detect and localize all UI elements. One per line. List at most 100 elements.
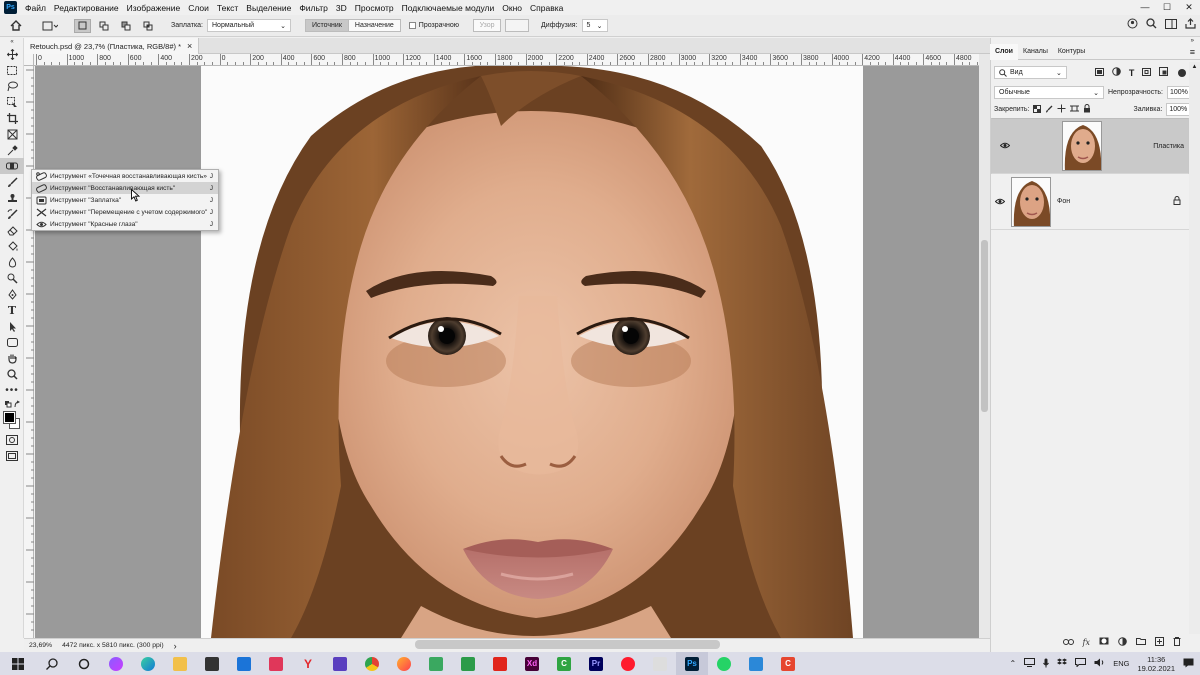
document-image[interactable]: [201, 66, 863, 638]
dodge-tool-icon[interactable]: [0, 270, 24, 286]
camtasia-rec-icon[interactable]: C: [772, 652, 804, 675]
crop-tool-icon[interactable]: [0, 110, 24, 126]
menu-3d[interactable]: 3D: [332, 3, 351, 13]
volume-icon[interactable]: [1094, 658, 1105, 669]
close-tab-icon[interactable]: ×: [187, 41, 192, 51]
flyout-item-patch[interactable]: Инструмент "Заплатка" J: [32, 194, 218, 206]
microphone-icon[interactable]: [1043, 658, 1050, 670]
store-icon[interactable]: [196, 652, 228, 675]
zoom-tool-icon[interactable]: [0, 366, 24, 382]
status-menu-icon[interactable]: ›: [174, 641, 177, 651]
source-button[interactable]: Источник: [305, 19, 349, 32]
link-layers-icon[interactable]: [1062, 638, 1074, 647]
path-selection-tool-icon[interactable]: [0, 318, 24, 334]
firefox-icon[interactable]: [388, 652, 420, 675]
destination-button[interactable]: Назначение: [347, 19, 401, 32]
menu-view[interactable]: Просмотр: [351, 3, 398, 13]
filter-toggle-icon[interactable]: [1178, 68, 1186, 77]
excel-like-icon[interactable]: [452, 652, 484, 675]
whatsapp-icon[interactable]: [708, 652, 740, 675]
color-swatches[interactable]: [0, 410, 24, 432]
minimize-button[interactable]: —: [1134, 0, 1156, 15]
photos-icon[interactable]: [420, 652, 452, 675]
eraser-tool-icon[interactable]: [0, 222, 24, 238]
layers-scrollbar[interactable]: ▲: [1189, 62, 1200, 634]
subtract-selection-icon[interactable]: [117, 19, 135, 33]
photoshop-taskbar-icon[interactable]: Ps: [676, 652, 708, 675]
canvas-vertical-scroll-thumb[interactable]: [981, 240, 988, 412]
menu-edit[interactable]: Редактирование: [50, 3, 123, 13]
hand-tool-icon[interactable]: [0, 350, 24, 366]
mail-icon[interactable]: [228, 652, 260, 675]
foreground-color-swatch[interactable]: [3, 411, 16, 424]
layer-filter-select[interactable]: Вид ⌄: [994, 66, 1067, 79]
menu-filter[interactable]: Фильтр: [295, 3, 332, 13]
filter-pixel-icon[interactable]: [1094, 67, 1104, 78]
marquee-tool-icon[interactable]: [0, 62, 24, 78]
layer-style-icon[interactable]: fx: [1083, 638, 1090, 647]
eyedropper-tool-icon[interactable]: [0, 142, 24, 158]
layer-name[interactable]: Пластика: [1153, 143, 1184, 150]
document-tab[interactable]: Retouch.psd @ 23,7% (Пластика, RGB/8#) *…: [24, 38, 200, 54]
user-icon[interactable]: [1127, 18, 1138, 32]
pen-tool-icon[interactable]: [0, 286, 24, 302]
alice-icon[interactable]: [100, 652, 132, 675]
layer-lock-icon[interactable]: [1173, 196, 1181, 207]
yandex-icon[interactable]: Y: [292, 652, 324, 675]
lock-transparent-icon[interactable]: [1033, 104, 1042, 115]
lock-all-icon[interactable]: [1083, 104, 1091, 115]
patch-mode-select[interactable]: Нормальный ⌄: [207, 19, 291, 32]
premiere-icon[interactable]: Pr: [580, 652, 612, 675]
filter-smart-object-icon[interactable]: [1159, 67, 1169, 78]
tab-layers[interactable]: Слои: [990, 43, 1018, 60]
menu-type[interactable]: Текст: [213, 3, 242, 13]
add-mask-icon[interactable]: [1099, 637, 1109, 647]
clone-stamp-tool-icon[interactable]: [0, 190, 24, 206]
edge-icon[interactable]: [132, 652, 164, 675]
delete-layer-icon[interactable]: [1173, 636, 1181, 648]
menu-select[interactable]: Выделение: [242, 3, 295, 13]
menu-file[interactable]: Файл: [21, 3, 50, 13]
move-tool-icon[interactable]: [0, 46, 24, 62]
filter-type-icon[interactable]: T: [1129, 68, 1135, 78]
language-indicator[interactable]: ENG: [1113, 659, 1129, 668]
cortana-icon[interactable]: [68, 652, 100, 675]
workspace-icon[interactable]: [1165, 18, 1177, 32]
save-icon[interactable]: [324, 652, 356, 675]
opera-icon[interactable]: [612, 652, 644, 675]
gradient-tool-icon[interactable]: [0, 238, 24, 254]
menu-plugins[interactable]: Подключаемые модули: [398, 3, 499, 13]
object-selection-tool-icon[interactable]: [0, 94, 24, 110]
flyout-item-spot-healing-brush[interactable]: Инструмент «Точечная восстанавливающая к…: [32, 170, 218, 182]
menu-image[interactable]: Изображение: [123, 3, 185, 13]
home-icon[interactable]: [6, 19, 26, 33]
screen-mode-icon[interactable]: [0, 448, 24, 464]
tab-paths[interactable]: Контуры: [1053, 44, 1090, 60]
layer-name[interactable]: Фон: [1057, 198, 1070, 205]
use-pattern-button[interactable]: Узор: [473, 19, 502, 32]
panel-menu-icon[interactable]: ≡: [1185, 44, 1200, 60]
paint-icon[interactable]: [644, 652, 676, 675]
diffusion-select[interactable]: 5 ⌄: [581, 19, 608, 32]
type-tool-icon[interactable]: T: [0, 302, 24, 318]
history-brush-tool-icon[interactable]: [0, 206, 24, 222]
taskbar-clock[interactable]: 11:36 19.02.2021: [1137, 655, 1175, 673]
gift-icon[interactable]: [260, 652, 292, 675]
adobe-xd-icon[interactable]: Xd: [516, 652, 548, 675]
menu-layers[interactable]: Слои: [184, 3, 213, 13]
brush-tool-icon[interactable]: [0, 174, 24, 190]
flyout-item-healing-brush[interactable]: Инструмент "Восстанавливающая кисть" J: [32, 182, 218, 194]
filter-adjustment-icon[interactable]: [1112, 67, 1121, 78]
visibility-eye-icon[interactable]: [996, 141, 1014, 151]
acrobat-icon[interactable]: [484, 652, 516, 675]
flyout-item-red-eye[interactable]: Инструмент "Красные глаза" J: [32, 218, 218, 230]
lock-artboard-icon[interactable]: [1070, 104, 1080, 115]
windows-start-icon[interactable]: [0, 652, 36, 675]
more-tools-icon[interactable]: •••: [0, 382, 24, 398]
blur-tool-icon[interactable]: [0, 254, 24, 270]
tab-channels[interactable]: Каналы: [1018, 44, 1053, 60]
taskbar-search-icon[interactable]: [36, 652, 68, 675]
healing-tool-icon[interactable]: [0, 158, 24, 174]
swap-colors-icon[interactable]: [0, 398, 24, 410]
file-explorer-icon[interactable]: [164, 652, 196, 675]
